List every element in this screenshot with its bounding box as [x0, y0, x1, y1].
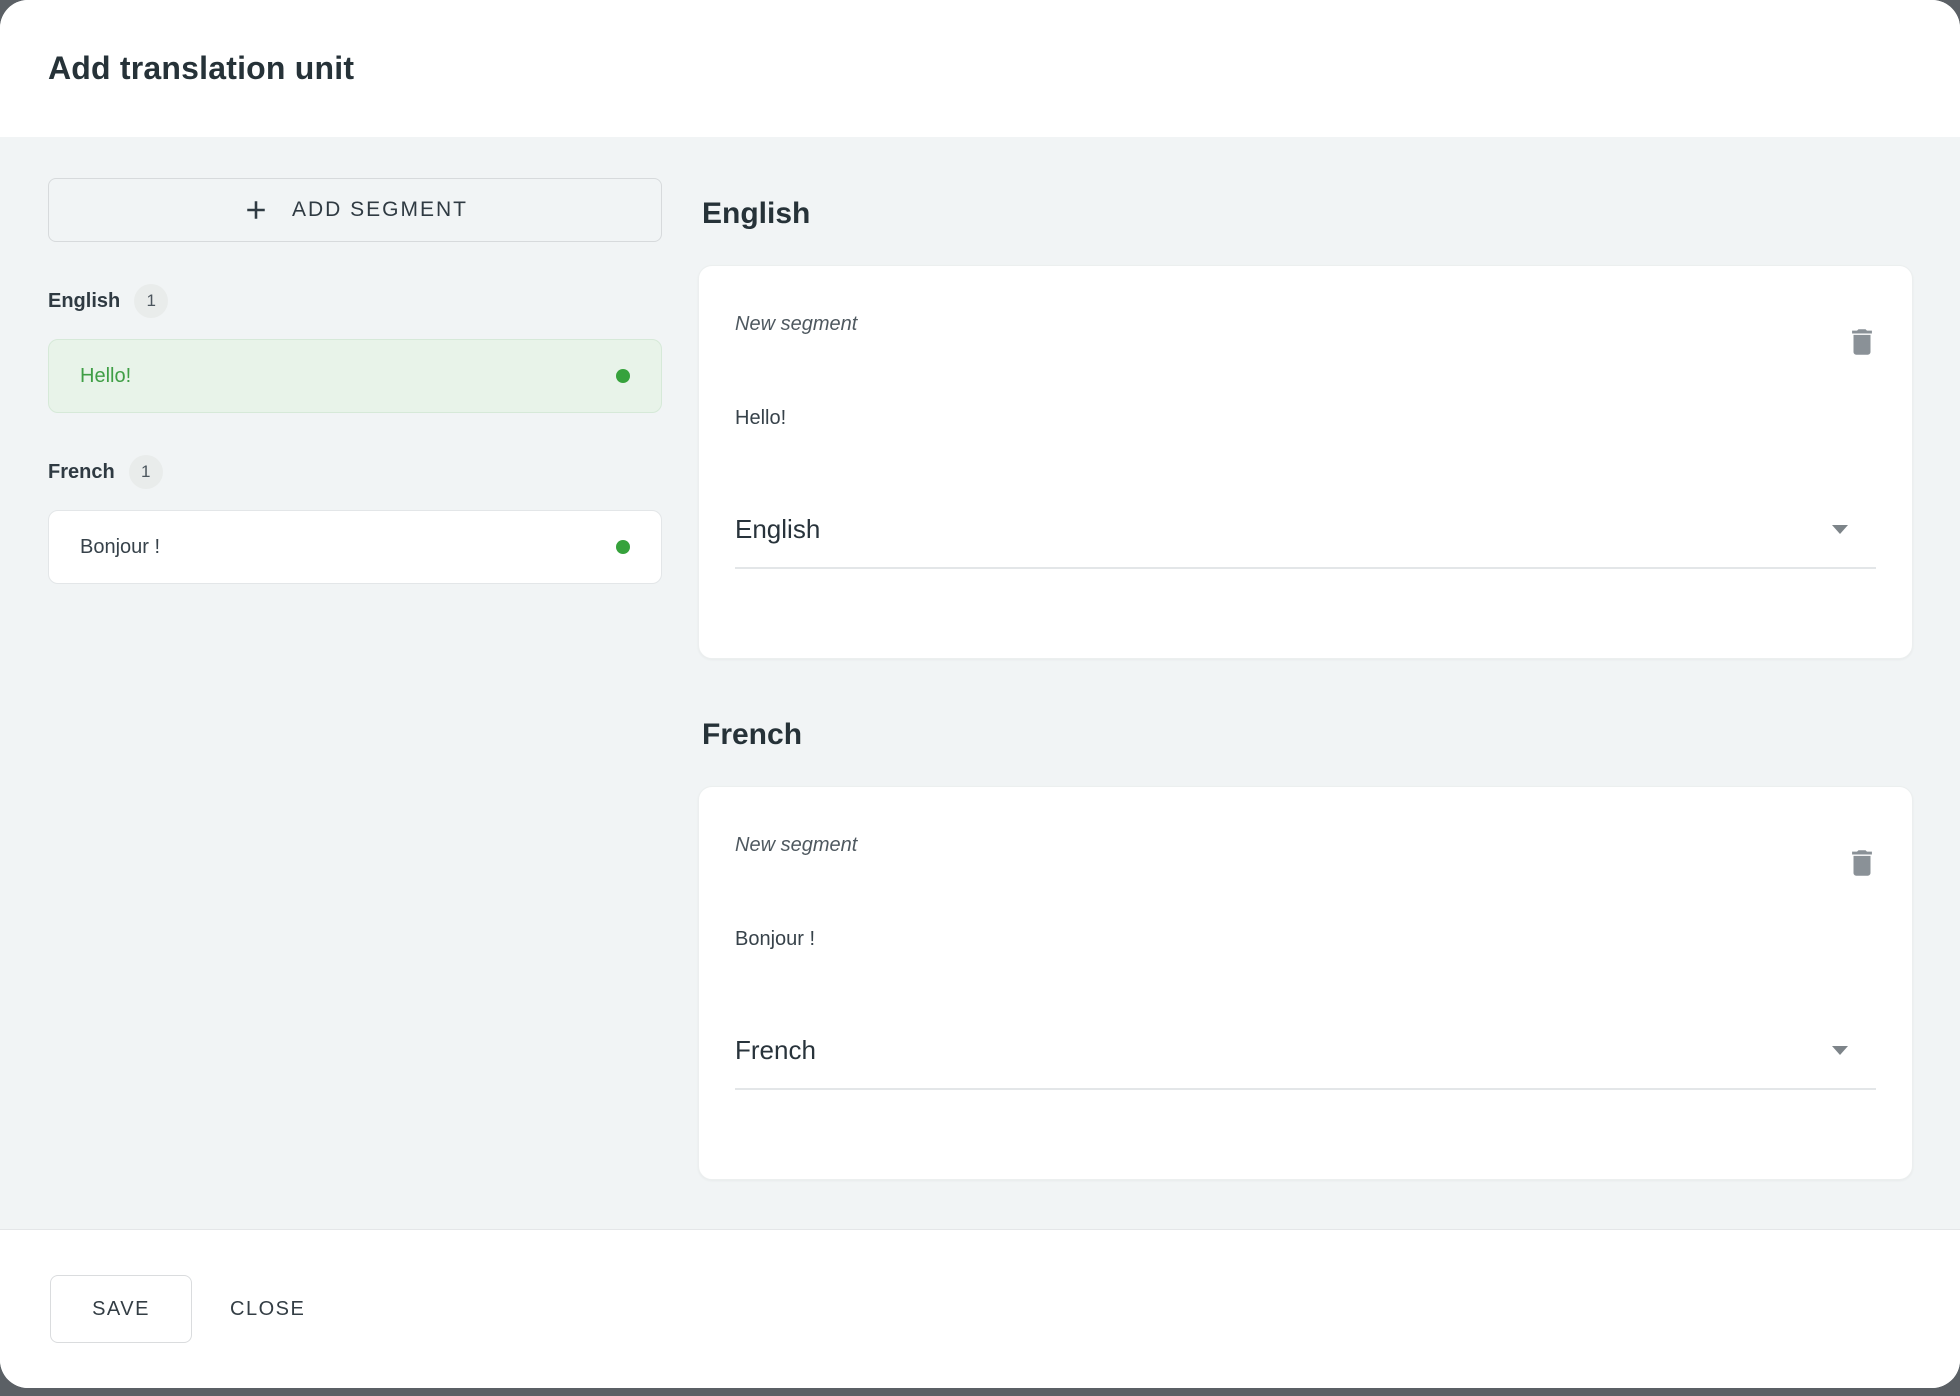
green-status-dot-icon — [616, 369, 630, 383]
add-segment-label: ADD SEGMENT — [292, 198, 468, 222]
segment-text-input[interactable]: Hello! — [735, 404, 1876, 432]
dialog-title: Add translation unit — [48, 50, 354, 87]
chevron-down-icon — [1832, 525, 1848, 534]
language-select-value: English — [735, 511, 820, 547]
segments-panel: ADD SEGMENT English 1 Hello! French 1 — [48, 178, 662, 1229]
segment-list-item-selected[interactable]: Hello! — [48, 339, 662, 413]
language-group-french: French 1 Bonjour ! — [48, 455, 662, 584]
green-status-dot-icon — [616, 540, 630, 554]
segment-list-item-text: Bonjour ! — [80, 536, 160, 559]
plus-icon — [242, 196, 270, 224]
language-group-header: English 1 — [48, 284, 662, 318]
language-group-english: English 1 Hello! — [48, 284, 662, 413]
save-button[interactable]: SAVE — [50, 1275, 192, 1343]
dialog-footer: SAVE CLOSE — [0, 1229, 1960, 1388]
language-group-header: French 1 — [48, 455, 662, 489]
new-segment-label: New segment — [735, 831, 1876, 859]
language-select-english[interactable]: English — [735, 511, 1876, 569]
dialog-header: Add translation unit — [0, 0, 1960, 137]
segment-list-item[interactable]: Bonjour ! — [48, 510, 662, 584]
add-translation-unit-dialog: Add translation unit ADD SEGMENT English… — [0, 0, 1960, 1388]
section-heading-french: French — [702, 715, 1913, 755]
trash-icon — [1845, 325, 1879, 359]
segment-count-badge: 1 — [129, 455, 163, 489]
segment-card-english: New segment Hello! English — [698, 265, 1913, 659]
language-select-value: French — [735, 1032, 816, 1068]
close-button[interactable]: CLOSE — [230, 1298, 305, 1321]
editor-panel: English New segment Hello! English Frenc… — [698, 178, 1913, 1229]
segment-card-french: New segment Bonjour ! French — [698, 786, 1913, 1180]
language-select-french[interactable]: French — [735, 1032, 1876, 1090]
segment-text-input[interactable]: Bonjour ! — [735, 925, 1876, 953]
chevron-down-icon — [1832, 1046, 1848, 1055]
delete-segment-button[interactable] — [1840, 320, 1884, 364]
dialog-content: ADD SEGMENT English 1 Hello! French 1 — [0, 137, 1960, 1229]
trash-icon — [1845, 846, 1879, 880]
add-segment-button[interactable]: ADD SEGMENT — [48, 178, 662, 242]
language-label: English — [48, 290, 120, 313]
section-heading-english: English — [702, 194, 1913, 234]
segment-list-item-text: Hello! — [80, 365, 131, 388]
new-segment-label: New segment — [735, 310, 1876, 338]
segment-count-badge: 1 — [134, 284, 168, 318]
delete-segment-button[interactable] — [1840, 841, 1884, 885]
language-label: French — [48, 461, 115, 484]
